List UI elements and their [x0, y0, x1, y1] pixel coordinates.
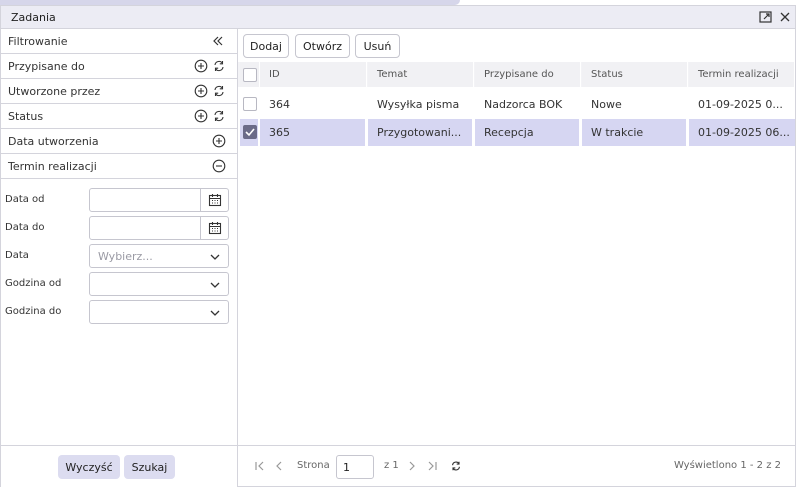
add-circle-icon[interactable] — [212, 134, 226, 148]
row-select-cell — [240, 91, 260, 118]
hour-to-label: Godzina do — [5, 306, 62, 317]
date-to-input[interactable] — [90, 217, 200, 239]
add-circle-icon[interactable] — [194, 59, 208, 73]
filter-footer: Wyczyść Szukaj — [1, 445, 237, 487]
date-from-field — [89, 188, 229, 212]
filter-section-label: Utworzone przez — [8, 85, 101, 98]
column-header-assigned[interactable]: Przypisane do — [475, 62, 581, 87]
add-circle-icon[interactable] — [194, 109, 208, 123]
filter-header: Filtrowanie — [1, 29, 237, 54]
previous-page-icon[interactable] — [273, 460, 285, 472]
add-circle-icon[interactable] — [194, 84, 208, 98]
column-header-topic[interactable]: Temat — [368, 62, 474, 87]
row-checkbox[interactable] — [243, 97, 257, 111]
select-all-checkbox[interactable] — [243, 68, 257, 82]
filter-section-status[interactable]: Status — [1, 104, 237, 129]
column-header-id[interactable]: ID — [260, 62, 367, 87]
tasks-window: Zadania Filtrowanie Przypisane do Utworz… — [0, 5, 796, 487]
popout-icon[interactable] — [759, 10, 773, 24]
filter-section-label: Data utworzenia — [8, 135, 99, 148]
filter-section-assigned[interactable]: Przypisane do — [1, 54, 237, 79]
refresh-icon[interactable] — [212, 59, 226, 73]
column-header-due[interactable]: Termin realizacji — [689, 62, 795, 87]
filter-section-label: Status — [8, 110, 44, 123]
date-to-field — [89, 216, 229, 240]
cell-status: Nowe — [591, 98, 622, 111]
column-header-status[interactable]: Status — [582, 62, 688, 87]
collapse-double-chevron-icon[interactable] — [211, 34, 225, 48]
calendar-icon[interactable] — [200, 189, 228, 211]
chevron-down-icon — [209, 251, 221, 263]
delete-button[interactable]: Usuń — [355, 34, 400, 58]
first-page-icon[interactable] — [254, 460, 266, 472]
date-row: Data Wybierz... — [1, 244, 237, 268]
filter-section-label: Termin realizacji — [8, 160, 97, 173]
cell-due: 01-09-2025 0... — [698, 98, 783, 111]
hour-from-row: Godzina od — [1, 272, 237, 296]
date-to-label: Data do — [5, 222, 45, 233]
open-button[interactable]: Otwórz — [295, 34, 350, 58]
date-label: Data — [5, 250, 29, 261]
clear-button[interactable]: Wyczyść — [58, 455, 120, 479]
chevron-down-icon — [209, 307, 221, 319]
hour-to-select[interactable] — [89, 300, 229, 324]
row-select-cell — [240, 119, 260, 146]
cell-assigned: Recepcja — [475, 119, 581, 146]
filter-section-label: Przypisane do — [8, 60, 85, 73]
page-label: Strona — [297, 460, 330, 471]
chevron-down-icon — [209, 279, 221, 291]
header-select-cell — [240, 62, 260, 87]
title-bar: Zadania — [1, 6, 795, 29]
cell-due: 01-09-2025 06... — [689, 119, 795, 146]
cell-id: 364 — [269, 98, 290, 111]
toolbar: Dodaj Otwórz Usuń — [238, 29, 795, 62]
cell-topic: Wysyłka pisma — [377, 98, 460, 111]
filter-section-created-by[interactable]: Utworzone przez — [1, 79, 237, 104]
date-from-label: Data od — [5, 194, 45, 205]
display-summary: Wyświetlono 1 - 2 z 2 — [673, 460, 781, 471]
table-row[interactable]: 364 Wysyłka pisma Nadzorca BOK Nowe 01-0… — [238, 91, 795, 118]
date-select-placeholder: Wybierz... — [98, 250, 153, 263]
checkmark-icon — [245, 128, 255, 137]
hour-to-row: Godzina do — [1, 300, 237, 324]
filter-section-due-date[interactable]: Termin realizacji — [1, 154, 237, 179]
date-to-row: Data do — [1, 216, 237, 240]
cell-status: W trakcie — [582, 119, 688, 146]
refresh-icon[interactable] — [450, 460, 462, 472]
table-header: ID Temat Przypisane do Status Termin rea… — [238, 62, 795, 87]
date-from-input[interactable] — [90, 189, 200, 211]
table-row-selected[interactable]: 365 Przygotowani... Recepcja W trakcie 0… — [238, 119, 795, 146]
cell-assigned: Nadzorca BOK — [484, 98, 563, 111]
main-panel: Dodaj Otwórz Usuń ID Temat Przypisane do… — [238, 29, 795, 487]
filter-header-label: Filtrowanie — [8, 35, 68, 48]
remove-circle-icon[interactable] — [212, 159, 226, 173]
cell-topic: Przygotowani... — [368, 119, 474, 146]
refresh-icon[interactable] — [212, 109, 226, 123]
filter-sidebar: Filtrowanie Przypisane do Utworzone prze… — [1, 29, 238, 487]
page-count-label: z 1 — [384, 460, 399, 471]
date-select[interactable]: Wybierz... — [89, 244, 229, 268]
add-button[interactable]: Dodaj — [243, 34, 289, 58]
hour-from-label: Godzina od — [5, 278, 62, 289]
cell-id: 365 — [260, 119, 367, 146]
filter-section-created-date[interactable]: Data utworzenia — [1, 129, 237, 154]
next-page-icon[interactable] — [406, 460, 418, 472]
calendar-icon[interactable] — [200, 217, 228, 239]
last-page-icon[interactable] — [426, 460, 438, 472]
window-title: Zadania — [11, 11, 56, 24]
hour-from-select[interactable] — [89, 272, 229, 296]
refresh-icon[interactable] — [212, 84, 226, 98]
close-icon[interactable] — [778, 10, 792, 24]
pagination-bar: Strona z 1 Wyświetlono 1 - 2 z 2 — [238, 445, 795, 487]
search-button[interactable]: Szukaj — [124, 455, 175, 479]
page-number-input[interactable] — [336, 455, 374, 479]
date-from-row: Data od — [1, 188, 237, 212]
row-checkbox-checked[interactable] — [243, 125, 257, 139]
